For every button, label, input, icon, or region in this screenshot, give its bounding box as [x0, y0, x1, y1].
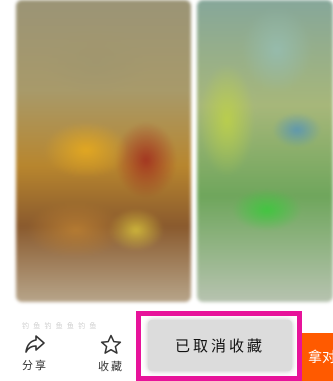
favorite-button[interactable]: 收藏 — [94, 334, 128, 374]
favorite-label: 收藏 — [98, 360, 124, 373]
faint-caption-text: 钓 鱼 钓 鱼 鱼 钓 鱼 — [22, 322, 98, 330]
star-icon — [100, 334, 122, 354]
share-button[interactable]: 分享 — [18, 334, 52, 373]
share-icon — [25, 335, 45, 353]
share-label: 分享 — [22, 359, 48, 372]
highlight-annotation — [136, 311, 302, 381]
primary-action-label: 拿对 — [308, 350, 333, 366]
product-photo-left[interactable] — [16, 0, 191, 302]
product-photo-right[interactable] — [197, 0, 333, 302]
image-gallery — [0, 0, 333, 312]
primary-action-button[interactable]: 拿对 — [300, 333, 333, 381]
